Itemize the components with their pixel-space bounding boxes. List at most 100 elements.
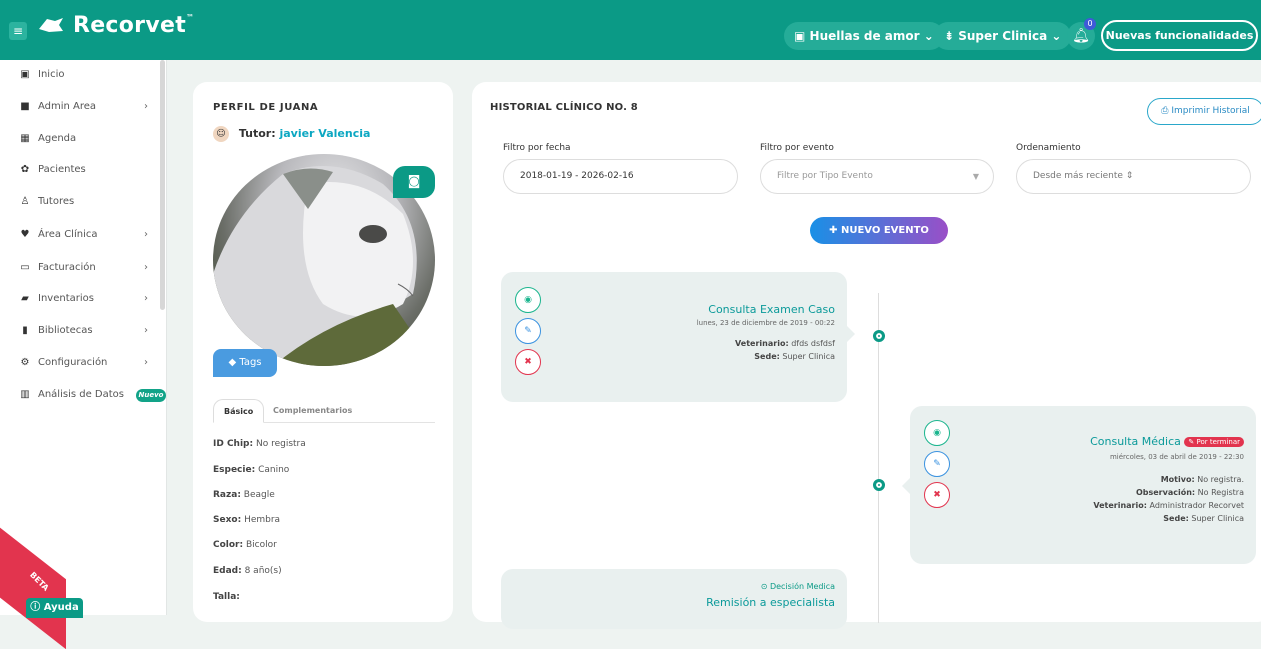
sidebar-item-pacientes[interactable]: ✿ Pacientes <box>0 155 160 185</box>
edit-event-button[interactable]: ✎ <box>515 318 541 344</box>
delete-event-button[interactable]: ✖ <box>515 349 541 375</box>
order-label: Ordenamiento <box>1016 143 1081 153</box>
clinic-selector[interactable]: ▣ Huellas de amor ⌄ <box>784 22 944 50</box>
edit-event-button[interactable]: ✎ <box>924 451 950 477</box>
sidebar-item-area-clinica[interactable]: ♥ Área Clínica › <box>0 220 160 250</box>
camera-icon: ◙ <box>407 174 421 189</box>
view-event-button[interactable]: ◉ <box>515 287 541 313</box>
event-arrow <box>847 326 855 342</box>
event-title[interactable]: Consulta Médica <box>1090 435 1181 448</box>
field-raza: Raza: Beagle <box>213 490 275 500</box>
tags-icon: ◆ <box>228 357 237 368</box>
event-detail-label: Sede: <box>1163 514 1189 523</box>
sidebar-item-label: Área Clínica <box>38 229 98 240</box>
edit-icon: ✎ <box>524 326 532 336</box>
event-filter-select[interactable]: Filtre por Tipo Evento ▼ <box>760 159 994 194</box>
print-history-button[interactable]: ⎙ Imprimir Historial <box>1147 98 1261 125</box>
eye-icon: ◉ <box>524 295 532 305</box>
bar-chart-icon: ▥ <box>20 389 30 400</box>
tutor-line: ☺ Tutor: javier Valencia <box>213 126 370 142</box>
clinic-selector-label: Huellas de amor <box>809 29 920 43</box>
event-detail-label: Observación: <box>1135 488 1196 497</box>
view-event-button[interactable]: ◉ <box>924 420 950 446</box>
event-detail-label: Motivo: <box>1160 475 1195 484</box>
chevron-right-icon: › <box>144 325 148 336</box>
historial-card: HISTORIAL CLÍNICO NO. 8 ⎙ Imprimir Histo… <box>472 82 1261 629</box>
tutor-name-link[interactable]: javier Valencia <box>279 127 370 140</box>
sidebar-item-inicio[interactable]: ▣ Inicio <box>0 60 160 90</box>
event-detail-value: No registra. <box>1197 475 1244 484</box>
new-event-label: NUEVO EVENTO <box>840 225 929 236</box>
camera-button[interactable]: ◙ <box>393 166 435 198</box>
event-card[interactable]: ◉ ✎ ✖ Consulta Médica ✎ Por terminar mié… <box>910 406 1256 564</box>
heartbeat-icon: ♥ <box>20 229 30 240</box>
field-label: Raza: <box>213 490 241 500</box>
gears-icon: ⚙ <box>20 357 30 368</box>
event-card[interactable]: ◉ ✎ ✖ Consulta Examen Caso lunes, 23 de … <box>501 272 847 402</box>
sidebar-item-label: Agenda <box>38 133 77 144</box>
close-icon: ✖ <box>933 490 941 500</box>
paw-hand-icon <box>39 18 63 32</box>
question-icon: ⓘ <box>30 602 41 613</box>
field-value: Bicolor <box>245 540 277 550</box>
event-title[interactable]: Remisión a especialista <box>706 596 835 609</box>
printer-icon: ⎙ <box>1161 106 1169 116</box>
event-detail-value: Administrador Recorvet <box>1149 501 1244 510</box>
date-filter-input[interactable]: 2018-01-19 - 2026-02-16 <box>503 159 738 194</box>
lock-icon: ■ <box>20 101 30 112</box>
field-label: Edad: <box>213 566 242 576</box>
sidebar-item-tutores[interactable]: ♙ Tutores <box>0 187 160 217</box>
sidebar: ▣ Inicio ■ Admin Area › ▦ Agenda ✿ Pacie… <box>0 60 167 615</box>
chevron-right-icon: › <box>144 101 148 112</box>
sidebar-item-label: Admin Area <box>38 101 97 112</box>
chevron-right-icon: › <box>144 229 148 240</box>
chevron-down-icon: ⌄ <box>923 29 934 43</box>
sidebar-item-label: Facturación <box>38 262 96 273</box>
new-features-button[interactable]: Nuevas funcionalidades <box>1101 20 1258 51</box>
event-detail: Motivo: No registra. <box>1161 475 1244 484</box>
profile-title: PERFIL DE JUANA <box>213 102 319 113</box>
sidebar-item-label: Inventarios <box>38 293 94 304</box>
field-value: Canino <box>258 465 290 475</box>
event-arrow <box>902 478 910 494</box>
logo[interactable]: Recorvet™ <box>37 13 194 38</box>
event-detail: Sede: Super Clinica <box>754 352 835 361</box>
tags-button[interactable]: ◆ Tags <box>213 349 277 377</box>
historial-title: HISTORIAL CLÍNICO NO. 8 <box>490 102 638 113</box>
event-detail-label: Veterinario: <box>1093 501 1147 510</box>
event-title[interactable]: Consulta Examen Caso <box>708 303 835 316</box>
event-filter-placeholder: Filtre por Tipo Evento <box>777 171 873 181</box>
branch-selector[interactable]: ⇟ Super Clinica ⌄ <box>934 22 1072 50</box>
field-talla: Talla: <box>213 592 240 602</box>
sidebar-item-agenda[interactable]: ▦ Agenda <box>0 124 160 154</box>
event-card[interactable]: ⊙ Decisión Medica Remisión a especialist… <box>501 569 847 629</box>
bell-icon: 🔔︎ <box>1072 28 1090 44</box>
sidebar-item-label: Análisis de Datos <box>38 389 124 400</box>
sidebar-scrollbar[interactable] <box>160 60 165 310</box>
order-select[interactable]: Desde más reciente ⇕ <box>1016 159 1251 194</box>
sidebar-item-label: Bibliotecas <box>38 325 93 336</box>
field-label: ID Chip: <box>213 439 254 449</box>
new-event-button[interactable]: ✚ NUEVO EVENTO <box>810 217 948 244</box>
delete-event-button[interactable]: ✖ <box>924 482 950 508</box>
sidebar-item-configuracion[interactable]: ⚙ Configuración › <box>0 348 160 378</box>
sort-icon: ⇕ <box>1125 171 1134 181</box>
branch-selector-label: Super Clinica <box>958 29 1048 43</box>
date-filter-label: Filtro por fecha <box>503 143 571 153</box>
sidebar-item-bibliotecas[interactable]: ▮ Bibliotecas › <box>0 316 160 346</box>
notification-count: 0 <box>1084 18 1096 30</box>
field-value: No registra <box>255 439 306 449</box>
tutor-avatar: ☺ <box>213 126 229 142</box>
sidebar-item-inventarios[interactable]: ▰ Inventarios › <box>0 284 160 314</box>
status-badge: ✎ Por terminar <box>1184 437 1244 447</box>
sidebar-item-label: Pacientes <box>38 164 86 175</box>
caret-down-icon: ▼ <box>972 172 979 181</box>
event-detail-value: dfds dsfdsf <box>791 339 835 348</box>
help-button[interactable]: ⓘ Ayuda <box>26 598 83 618</box>
tab-complementarios[interactable]: Complementarios <box>263 399 362 423</box>
tab-basico[interactable]: Básico <box>213 399 265 423</box>
hamburger-icon[interactable]: ≡ <box>9 22 27 40</box>
sidebar-item-admin-area[interactable]: ■ Admin Area › <box>0 92 160 122</box>
sidebar-item-facturacion[interactable]: ▭ Facturación › <box>0 253 160 283</box>
notifications-button[interactable]: 🔔︎ 0 <box>1067 18 1096 50</box>
